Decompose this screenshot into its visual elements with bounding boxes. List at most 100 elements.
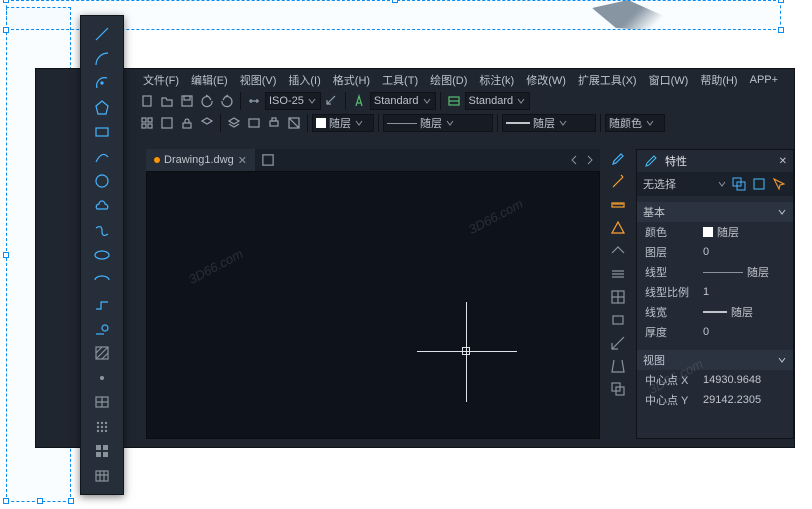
open-icon[interactable] bbox=[158, 92, 176, 110]
textstyle-combo[interactable]: Standard bbox=[370, 92, 436, 110]
toggle-pickadd-icon[interactable] bbox=[771, 176, 787, 192]
curve-tool-icon[interactable] bbox=[90, 147, 114, 168]
handle[interactable] bbox=[68, 498, 74, 504]
arc-tool-icon[interactable] bbox=[90, 49, 114, 70]
group-view[interactable]: 视图 bbox=[637, 350, 793, 370]
measure-icon[interactable] bbox=[610, 243, 628, 261]
color-layer-combo[interactable]: 随层 bbox=[312, 114, 374, 132]
divide-tool-icon[interactable] bbox=[90, 392, 114, 413]
prop-row-center-x[interactable]: 中心点 X14930.9648 bbox=[637, 370, 793, 390]
prop-row-center-y[interactable]: 中心点 Y29142.2305 bbox=[637, 390, 793, 410]
plotstyle-combo[interactable]: 随颜色 bbox=[605, 114, 665, 132]
hatch-tool-icon[interactable] bbox=[90, 343, 114, 364]
prop-row-thickness[interactable]: 厚度0 bbox=[637, 322, 793, 342]
layer-tool3-icon[interactable] bbox=[285, 114, 303, 132]
document-tab[interactable]: Drawing1.dwg ✕ bbox=[146, 149, 255, 171]
drawing-canvas[interactable] bbox=[146, 171, 600, 439]
line-tool-icon[interactable] bbox=[90, 24, 114, 45]
select-objects-icon[interactable] bbox=[751, 176, 767, 192]
warn-icon[interactable] bbox=[610, 220, 628, 238]
grid-r-icon[interactable] bbox=[610, 289, 628, 307]
dim-tool-icon[interactable] bbox=[323, 92, 341, 110]
ellipse-arc-tool-icon[interactable] bbox=[90, 269, 114, 290]
tab-next-icon[interactable] bbox=[584, 154, 596, 166]
point-tool-icon[interactable] bbox=[90, 367, 114, 388]
handle[interactable] bbox=[778, 27, 784, 33]
handle[interactable] bbox=[3, 27, 9, 33]
scale-icon[interactable] bbox=[610, 335, 628, 353]
window-icon[interactable] bbox=[158, 114, 176, 132]
tablestyle-icon[interactable] bbox=[445, 92, 463, 110]
linetype-combo[interactable]: 随层 bbox=[383, 114, 493, 132]
prop-row-color[interactable]: 颜色随层 bbox=[637, 222, 793, 242]
handle[interactable] bbox=[392, 0, 398, 3]
polyline-tool-icon[interactable] bbox=[90, 294, 114, 315]
stack-icon[interactable] bbox=[610, 266, 628, 284]
dimstyle-combo[interactable]: ISO-25 bbox=[265, 92, 321, 110]
handle[interactable] bbox=[37, 498, 43, 504]
tile-icon[interactable] bbox=[138, 114, 156, 132]
menu-help[interactable]: 帮助(H) bbox=[695, 70, 742, 90]
menu-ext[interactable]: 扩展工具(X) bbox=[573, 70, 642, 90]
add-tab-icon[interactable] bbox=[259, 151, 277, 169]
prop-row-layer[interactable]: 图层0 bbox=[637, 242, 793, 262]
handle[interactable] bbox=[3, 0, 9, 3]
handle[interactable] bbox=[778, 0, 784, 3]
tangent-circle-tool-icon[interactable] bbox=[90, 318, 114, 339]
menu-edit[interactable]: 编辑(E) bbox=[186, 70, 233, 90]
layer-icon[interactable] bbox=[198, 114, 216, 132]
menu-tools[interactable]: 工具(T) bbox=[377, 70, 423, 90]
layer-tool2-icon[interactable] bbox=[245, 114, 263, 132]
spline-tool-icon[interactable] bbox=[90, 220, 114, 241]
document-tabs: Drawing1.dwg ✕ bbox=[146, 149, 600, 171]
grid-tool-icon[interactable] bbox=[90, 441, 114, 462]
chevron-down-icon[interactable] bbox=[717, 179, 727, 189]
layer-tool1-icon[interactable] bbox=[225, 114, 243, 132]
wand-icon[interactable] bbox=[610, 174, 628, 192]
group-basic[interactable]: 基本 bbox=[637, 202, 793, 222]
rect-r-icon[interactable] bbox=[610, 312, 628, 330]
tab-prev-icon[interactable] bbox=[568, 154, 580, 166]
menu-draw[interactable]: 绘图(D) bbox=[425, 70, 472, 90]
ellipse-tool-icon[interactable] bbox=[90, 245, 114, 266]
new-icon[interactable] bbox=[138, 92, 156, 110]
prop-row-lscale[interactable]: 线型比例1 bbox=[637, 282, 793, 302]
polygon-tool-icon[interactable] bbox=[90, 98, 114, 119]
menu-insert[interactable]: 插入(I) bbox=[283, 70, 325, 90]
prop-row-linetype[interactable]: 线型随层 bbox=[637, 262, 793, 282]
rectangle-tool-icon[interactable] bbox=[90, 122, 114, 143]
arc-center-tool-icon[interactable] bbox=[90, 73, 114, 94]
brush-icon[interactable] bbox=[610, 151, 628, 169]
lock-icon[interactable] bbox=[178, 114, 196, 132]
undo-icon[interactable] bbox=[198, 92, 216, 110]
redo-icon[interactable] bbox=[218, 92, 236, 110]
close-icon[interactable]: ✕ bbox=[779, 156, 787, 167]
handle[interactable] bbox=[3, 498, 9, 504]
menu-app[interactable]: APP+ bbox=[745, 72, 783, 88]
ruler-icon[interactable] bbox=[610, 197, 628, 215]
dim-icon[interactable] bbox=[245, 92, 263, 110]
menu-modify[interactable]: 修改(W) bbox=[521, 70, 571, 90]
close-tab-icon[interactable]: ✕ bbox=[238, 154, 247, 167]
selection-value[interactable]: 无选择 bbox=[643, 176, 713, 192]
menu-file[interactable]: 文件(F) bbox=[138, 70, 184, 90]
handle[interactable] bbox=[3, 252, 9, 258]
save-icon[interactable] bbox=[178, 92, 196, 110]
prop-row-lweight[interactable]: 线宽随层 bbox=[637, 302, 793, 322]
cloud-tool-icon[interactable] bbox=[90, 196, 114, 217]
table-tool-icon[interactable] bbox=[90, 466, 114, 487]
circle-tool-icon[interactable] bbox=[90, 171, 114, 192]
textstyle-icon[interactable] bbox=[350, 92, 368, 110]
properties-header[interactable]: 特性 ✕ bbox=[637, 150, 793, 172]
quick-select-icon[interactable] bbox=[731, 176, 747, 192]
menu-format[interactable]: 格式(H) bbox=[328, 70, 375, 90]
tablestyle-combo[interactable]: Standard bbox=[465, 92, 531, 110]
menu-view[interactable]: 视图(V) bbox=[235, 70, 282, 90]
copy-r-icon[interactable] bbox=[610, 381, 628, 399]
dots-tool-icon[interactable] bbox=[90, 417, 114, 438]
draft-icon[interactable] bbox=[610, 358, 628, 376]
print-icon[interactable] bbox=[265, 114, 283, 132]
menu-dim[interactable]: 标注(k) bbox=[474, 70, 519, 90]
lineweight-combo[interactable]: 随层 bbox=[502, 114, 596, 132]
menu-window[interactable]: 窗口(W) bbox=[644, 70, 694, 90]
